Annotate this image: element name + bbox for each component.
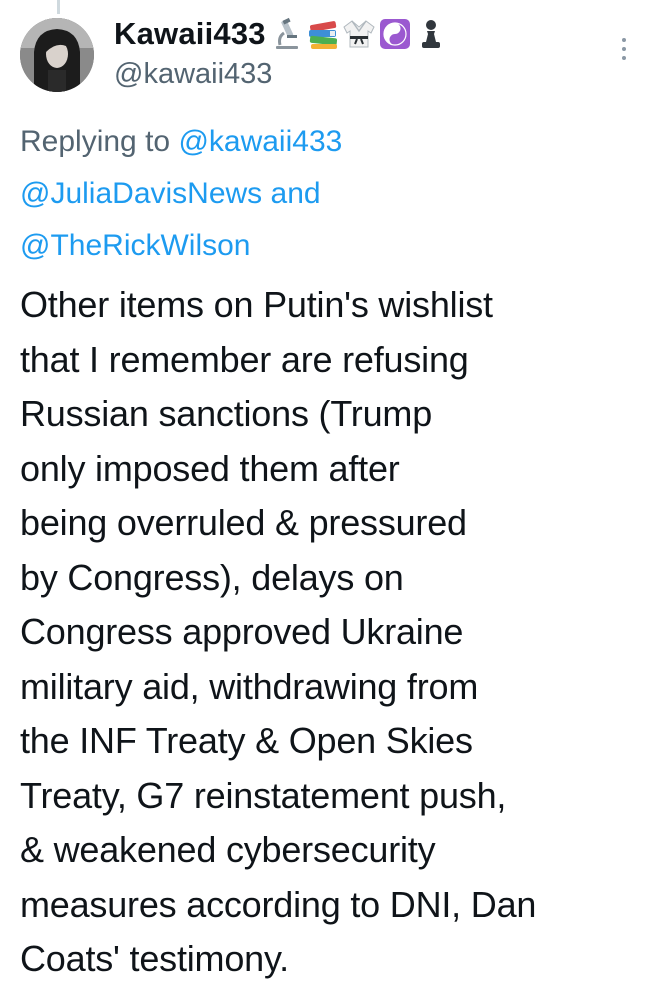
tweet-text-line: Treaty, G7 reinstatement push, <box>20 774 507 816</box>
mention-link[interactable]: @TheRickWilson <box>20 229 251 262</box>
tweet-text-line: Other items on Putin's wishlist <box>20 284 493 325</box>
books-icon <box>308 21 337 49</box>
tweet-text-line: Coats' testimony. <box>20 938 289 979</box>
chess-pawn-icon <box>421 20 440 48</box>
tweet-text-line: Russian sanctions (Trump <box>20 393 433 434</box>
martial-arts-uniform-icon <box>343 20 375 48</box>
mention-conjunction: and <box>270 177 321 210</box>
tweet-text-line: measures according to DNI, Dan <box>20 883 537 925</box>
display-name[interactable]: Kawaii433 <box>114 16 266 52</box>
more-options-icon[interactable] <box>614 34 634 64</box>
tweet-text-line: military aid, withdrawing from <box>20 665 479 707</box>
yin-yang-icon <box>379 19 410 49</box>
microscope-icon <box>275 17 298 49</box>
user-handle[interactable]: @kawaii433 <box>114 58 614 91</box>
tweet-text-line: being overruled & pressured <box>20 502 467 543</box>
mention-link[interactable]: @JuliaDavisNews <box>20 177 262 210</box>
avatar[interactable] <box>20 18 94 92</box>
replying-to-label: Replying to <box>20 125 171 158</box>
tweet-text-line: Congress approved Ukraine <box>20 611 464 652</box>
name-row: Kawaii433 <box>114 12 614 56</box>
tweet-header: Kawaii433 @kawaii433 <box>114 12 614 91</box>
tweet-text-line: only imposed them after <box>20 447 400 489</box>
avatar-image <box>20 18 94 92</box>
mention-link[interactable]: @kawaii433 <box>178 125 342 158</box>
tweet-text-line: that I remember are refusing <box>20 338 469 380</box>
tweet-text: Other items on Putin's wishlist that I r… <box>20 278 650 987</box>
tweet-text-line: & weakened cybersecurity <box>20 829 436 870</box>
name-emoji-row <box>270 17 448 51</box>
replying-to: Replying to @kawaii433 @JuliaDavisNews a… <box>20 116 640 272</box>
thread-connector-line <box>57 0 60 14</box>
tweet-text-line: the INF Treaty & Open Skies <box>20 720 473 761</box>
tweet-text-line: by Congress), delays on <box>20 556 404 598</box>
